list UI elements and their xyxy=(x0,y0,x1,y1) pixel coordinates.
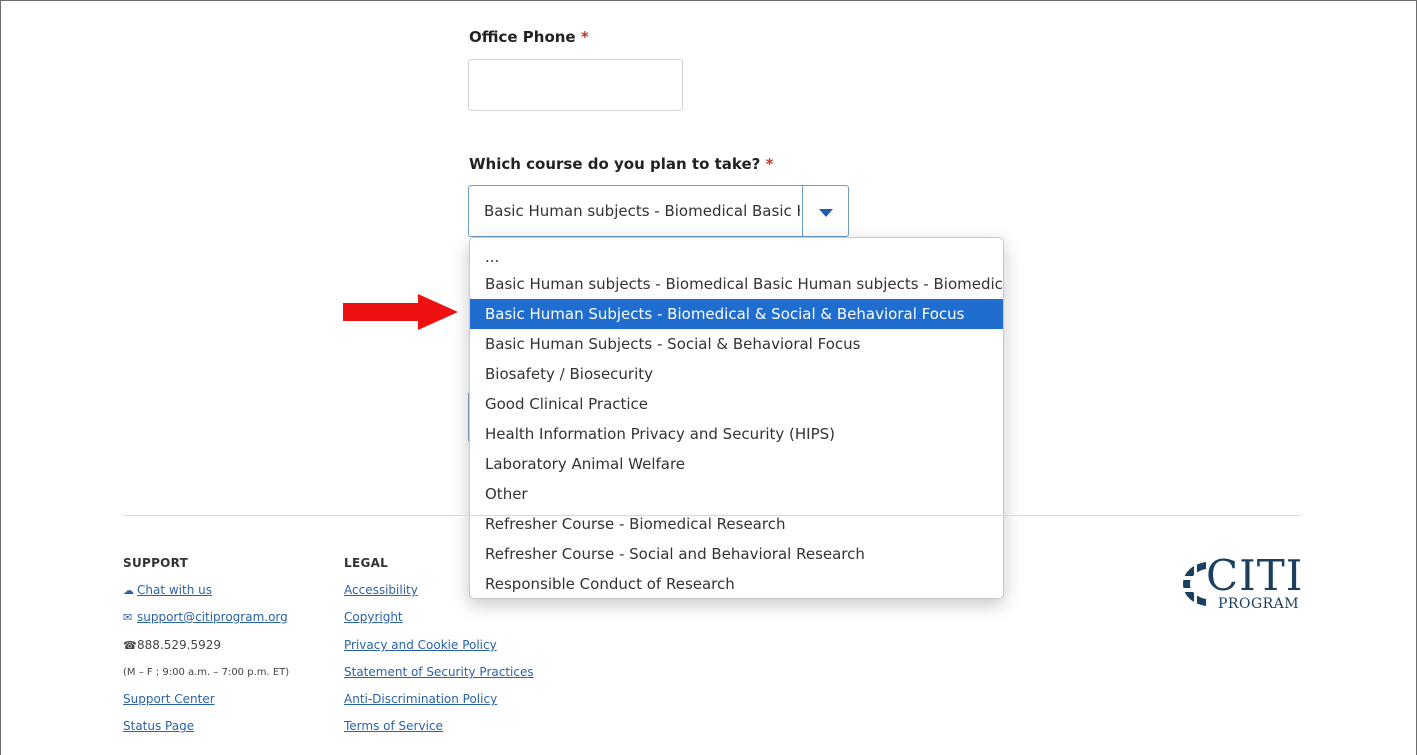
phone-icon: ☎ xyxy=(123,639,137,652)
office-phone-input[interactable] xyxy=(468,59,683,111)
dropdown-option-placeholder[interactable]: ... xyxy=(470,242,1003,272)
required-mark: * xyxy=(765,155,774,173)
support-hours: (M – F ; 9:00 a.m. – 7:00 p.m. ET) xyxy=(123,667,290,678)
course-label-text: Which course do you plan to take? xyxy=(469,155,761,173)
logo-wordmark: CITI xyxy=(1206,551,1304,600)
course-select-value: Basic Human subjects - Biomedical Basic … xyxy=(484,202,800,220)
dropdown-option[interactable]: Basic Human Subjects - Social & Behavior… xyxy=(470,329,1003,359)
copyright-link[interactable]: Copyright xyxy=(344,610,403,624)
dropdown-option[interactable]: Refresher Course - Biomedical Research xyxy=(470,509,1003,539)
accessibility-link[interactable]: Accessibility xyxy=(344,583,418,597)
select-divider xyxy=(802,186,803,236)
support-phone-text: 888.529.5929 xyxy=(137,638,221,652)
course-label: Which course do you plan to take? * xyxy=(469,155,773,173)
email-link-text: support@citiprogram.org xyxy=(137,610,288,624)
dropdown-option[interactable]: Other xyxy=(470,479,1003,509)
required-mark: * xyxy=(580,28,589,46)
office-phone-label-text: Office Phone xyxy=(469,28,576,46)
dropdown-option[interactable]: Responsible Conduct of Research xyxy=(470,569,1003,598)
office-phone-label: Office Phone * xyxy=(469,28,589,46)
security-practices-link[interactable]: Statement of Security Practices xyxy=(344,665,534,679)
chat-link-text: Chat with us xyxy=(137,583,212,597)
course-dropdown-list[interactable]: ... Basic Human subjects - Biomedical Ba… xyxy=(469,237,1004,599)
chevron-down-icon[interactable] xyxy=(819,209,833,217)
logo-subtitle: PROGRAM xyxy=(1218,596,1300,612)
chat-link[interactable]: ☁ Chat with us xyxy=(123,583,212,597)
privacy-policy-link[interactable]: Privacy and Cookie Policy xyxy=(344,638,497,652)
dropdown-option[interactable]: Basic Human subjects - Biomedical Basic … xyxy=(470,269,1003,299)
status-page-link[interactable]: Status Page xyxy=(123,719,194,733)
email-link[interactable]: ✉ support@citiprogram.org xyxy=(123,610,288,624)
citi-program-logo[interactable]: CITI PROGRAM xyxy=(1180,551,1305,615)
annotation-arrow-icon xyxy=(418,294,458,330)
dropdown-option[interactable]: Refresher Course - Social and Behavioral… xyxy=(470,539,1003,569)
dropdown-option[interactable]: Health Information Privacy and Security … xyxy=(470,419,1003,449)
annotation-arrow-shaft xyxy=(343,303,421,321)
dropdown-option-highlighted[interactable]: Basic Human Subjects - Biomedical & Soci… xyxy=(470,299,1003,329)
support-center-link[interactable]: Support Center xyxy=(123,692,215,706)
legal-heading: LEGAL xyxy=(344,556,389,570)
dropdown-option[interactable]: Biosafety / Biosecurity xyxy=(470,359,1003,389)
support-heading: SUPPORT xyxy=(123,556,189,570)
footer-divider xyxy=(123,515,1301,516)
course-select[interactable]: Basic Human subjects - Biomedical Basic … xyxy=(468,185,849,237)
terms-of-service-link[interactable]: Terms of Service xyxy=(344,719,443,733)
dropdown-option[interactable]: Laboratory Animal Welfare xyxy=(470,449,1003,479)
dropdown-option[interactable]: Good Clinical Practice xyxy=(470,389,1003,419)
chat-icon: ☁ xyxy=(123,584,134,597)
anti-discrimination-link[interactable]: Anti-Discrimination Policy xyxy=(344,692,497,706)
envelope-icon: ✉ xyxy=(123,611,133,624)
support-phone: ☎888.529.5929 xyxy=(123,638,221,652)
